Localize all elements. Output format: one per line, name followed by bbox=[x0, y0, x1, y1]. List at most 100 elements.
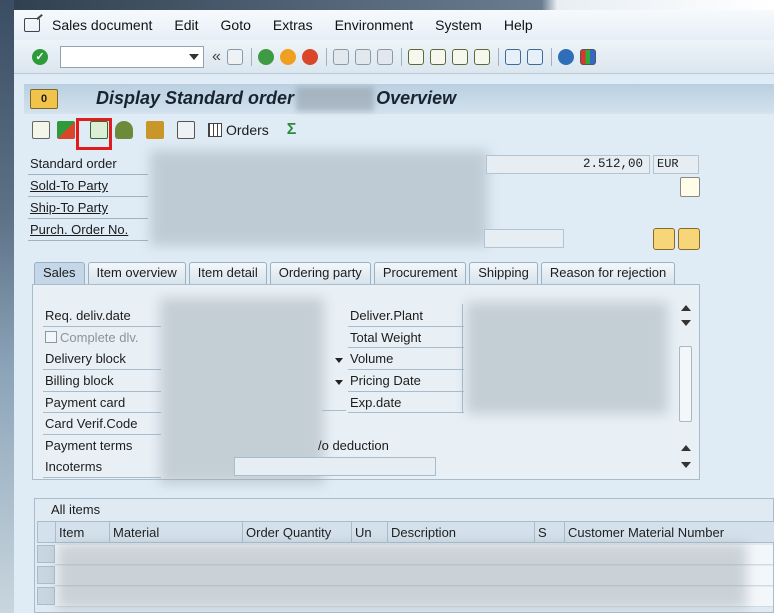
standard-order-label: Standard order bbox=[30, 156, 117, 171]
complete-dlv-label: Complete dlv. bbox=[60, 330, 139, 345]
purch-order-no-link[interactable]: Purch. Order No. bbox=[30, 220, 128, 240]
command-dropdown-icon[interactable] bbox=[189, 53, 199, 60]
print-icon[interactable] bbox=[332, 48, 349, 65]
row-selector[interactable] bbox=[37, 545, 55, 563]
new-session-icon[interactable] bbox=[504, 48, 521, 65]
toolbar-separator bbox=[250, 47, 252, 66]
divider bbox=[43, 391, 161, 392]
tab-reason-for-rejection[interactable]: Reason for rejection bbox=[540, 262, 676, 284]
customize-layout-icon[interactable] bbox=[579, 48, 596, 65]
help-icon[interactable] bbox=[557, 48, 574, 65]
business-data-icon[interactable] bbox=[146, 121, 164, 139]
divider bbox=[28, 218, 148, 219]
select-all-column[interactable] bbox=[37, 522, 57, 543]
tab-item-overview[interactable]: Item overview bbox=[87, 262, 186, 284]
orders-grid-icon bbox=[208, 123, 222, 137]
req-deliv-date-label: Req. deliv.date bbox=[45, 308, 131, 323]
tab-procurement[interactable]: Procurement bbox=[373, 262, 467, 284]
scroll-down-icon[interactable] bbox=[681, 320, 691, 326]
display-change-icon[interactable] bbox=[32, 121, 50, 139]
exit-icon[interactable] bbox=[279, 48, 296, 65]
highlight-annotation bbox=[76, 118, 112, 150]
previous-page-icon[interactable] bbox=[429, 48, 446, 65]
payment-card-label: Payment card bbox=[45, 395, 126, 410]
menu-system[interactable]: System bbox=[435, 17, 482, 33]
check-delete-icon[interactable] bbox=[57, 121, 75, 139]
divider bbox=[348, 326, 464, 327]
billing-block-dropdown-icon[interactable] bbox=[332, 373, 346, 391]
back-icon[interactable] bbox=[257, 48, 274, 65]
tab-sales[interactable]: Sales bbox=[34, 262, 85, 284]
po-print-icon[interactable] bbox=[678, 228, 700, 250]
menu-options-icon[interactable] bbox=[24, 18, 40, 32]
items-title: All items bbox=[51, 502, 101, 517]
menu-environment[interactable]: Environment bbox=[335, 17, 414, 33]
tab-ordering-party[interactable]: Ordering party bbox=[269, 262, 371, 284]
delivery-block-dropdown-icon[interactable] bbox=[332, 351, 346, 369]
scroll-up-icon[interactable] bbox=[681, 445, 691, 451]
sales-vertical-scrollbar[interactable] bbox=[678, 300, 694, 486]
menu-edit[interactable]: Edit bbox=[174, 17, 198, 33]
col-unit[interactable]: Un bbox=[351, 522, 389, 543]
col-order-quantity[interactable]: Order Quantity bbox=[242, 522, 352, 543]
ship-to-party-link[interactable]: Ship-To Party bbox=[30, 198, 108, 218]
command-field[interactable] bbox=[60, 45, 204, 68]
col-material[interactable]: Material bbox=[109, 522, 243, 543]
menu-extras[interactable]: Extras bbox=[273, 17, 313, 33]
sold-to-party-link[interactable]: Sold-To Party bbox=[30, 176, 108, 196]
first-page-icon[interactable] bbox=[407, 48, 424, 65]
desktop-left-strip bbox=[0, 0, 14, 613]
scroll-down-icon[interactable] bbox=[681, 462, 691, 468]
menu-help[interactable]: Help bbox=[504, 17, 533, 33]
col-description[interactable]: Description bbox=[387, 522, 535, 543]
sap-window: Sales document Edit Goto Extras Environm… bbox=[14, 10, 774, 613]
last-page-icon[interactable] bbox=[473, 48, 490, 65]
redacted-delivery-values bbox=[466, 302, 668, 414]
orders-button[interactable]: Orders bbox=[208, 122, 269, 138]
row-selector[interactable] bbox=[37, 587, 55, 605]
divider bbox=[348, 412, 464, 413]
row-selector[interactable] bbox=[37, 566, 55, 584]
scroll-thumb[interactable] bbox=[679, 346, 692, 422]
cancel-icon[interactable] bbox=[301, 48, 318, 65]
command-collapse-icon[interactable]: « bbox=[212, 48, 221, 66]
net-value-field: 2.512,00 bbox=[486, 155, 650, 174]
scroll-up-icon[interactable] bbox=[681, 305, 691, 311]
col-status[interactable]: S bbox=[534, 522, 564, 543]
find-icon[interactable] bbox=[354, 48, 371, 65]
document-icon[interactable] bbox=[680, 177, 700, 197]
menu-goto[interactable]: Goto bbox=[221, 17, 251, 33]
payment-terms-text: /o deduction bbox=[318, 438, 389, 453]
tab-item-detail[interactable]: Item detail bbox=[188, 262, 267, 284]
complete-dlv-checkbox[interactable] bbox=[45, 331, 57, 343]
menu-sales-document[interactable]: Sales document bbox=[52, 17, 152, 33]
shortcut-icon[interactable] bbox=[526, 48, 543, 65]
divider bbox=[322, 410, 346, 411]
po-date-field[interactable] bbox=[484, 229, 564, 248]
partner-icon[interactable] bbox=[115, 121, 133, 139]
toolbar-separator bbox=[400, 47, 402, 66]
divider bbox=[348, 347, 464, 348]
toolbar-separator bbox=[550, 47, 552, 66]
divider bbox=[43, 434, 161, 435]
next-page-icon[interactable] bbox=[451, 48, 468, 65]
delivery-block-label: Delivery block bbox=[45, 351, 126, 366]
sum-icon[interactable]: Σ bbox=[287, 121, 297, 139]
col-customer-material-number[interactable]: Customer Material Number bbox=[564, 522, 774, 543]
divider bbox=[462, 304, 463, 412]
exp-date-label: Exp.date bbox=[350, 395, 402, 410]
redacted-order-number bbox=[296, 87, 375, 111]
tab-shipping[interactable]: Shipping bbox=[469, 262, 538, 284]
save-icon[interactable] bbox=[226, 48, 243, 65]
toolbar-separator bbox=[497, 47, 499, 66]
items-table-header: Item Material Order Quantity Un Descript… bbox=[37, 521, 774, 543]
enter-checkmark-icon[interactable]: ✓ bbox=[32, 48, 48, 65]
col-item[interactable]: Item bbox=[55, 522, 109, 543]
currency-field: EUR bbox=[653, 155, 699, 174]
document-flow-icon[interactable] bbox=[177, 121, 195, 139]
incoterms-location-field[interactable] bbox=[234, 457, 436, 476]
divider bbox=[348, 391, 464, 392]
payment-terms-label: Payment terms bbox=[45, 438, 133, 453]
find-next-icon[interactable] bbox=[376, 48, 393, 65]
po-details-icon[interactable] bbox=[653, 228, 675, 250]
